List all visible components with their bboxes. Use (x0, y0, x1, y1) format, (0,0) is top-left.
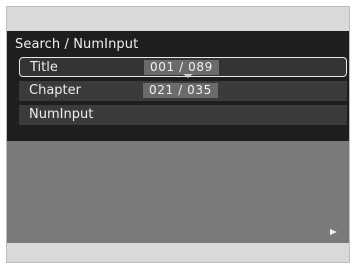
menu-item-title[interactable]: Title 001 / 089 (19, 57, 347, 78)
menu-item-chapter[interactable]: Chapter 021 / 035 (19, 81, 347, 101)
menu-item-numinput[interactable]: NumInput (19, 105, 347, 125)
caret-down-icon (183, 74, 193, 78)
search-panel: Search / NumInput Title 001 / 089 Chapte… (7, 31, 349, 141)
video-area (7, 141, 349, 243)
title-number-value: 001 / 089 (144, 60, 219, 75)
screen: Search / NumInput Title 001 / 089 Chapte… (6, 6, 350, 263)
panel-title: Search / NumInput (15, 37, 139, 52)
bottom-band (7, 243, 349, 262)
top-band (7, 7, 349, 31)
chapter-number-value: 021 / 035 (143, 83, 218, 98)
menu-item-label: NumInput (29, 107, 94, 122)
menu-item-label: Chapter (29, 83, 81, 98)
menu-item-label: Title (30, 60, 58, 75)
play-icon[interactable] (330, 229, 337, 235)
